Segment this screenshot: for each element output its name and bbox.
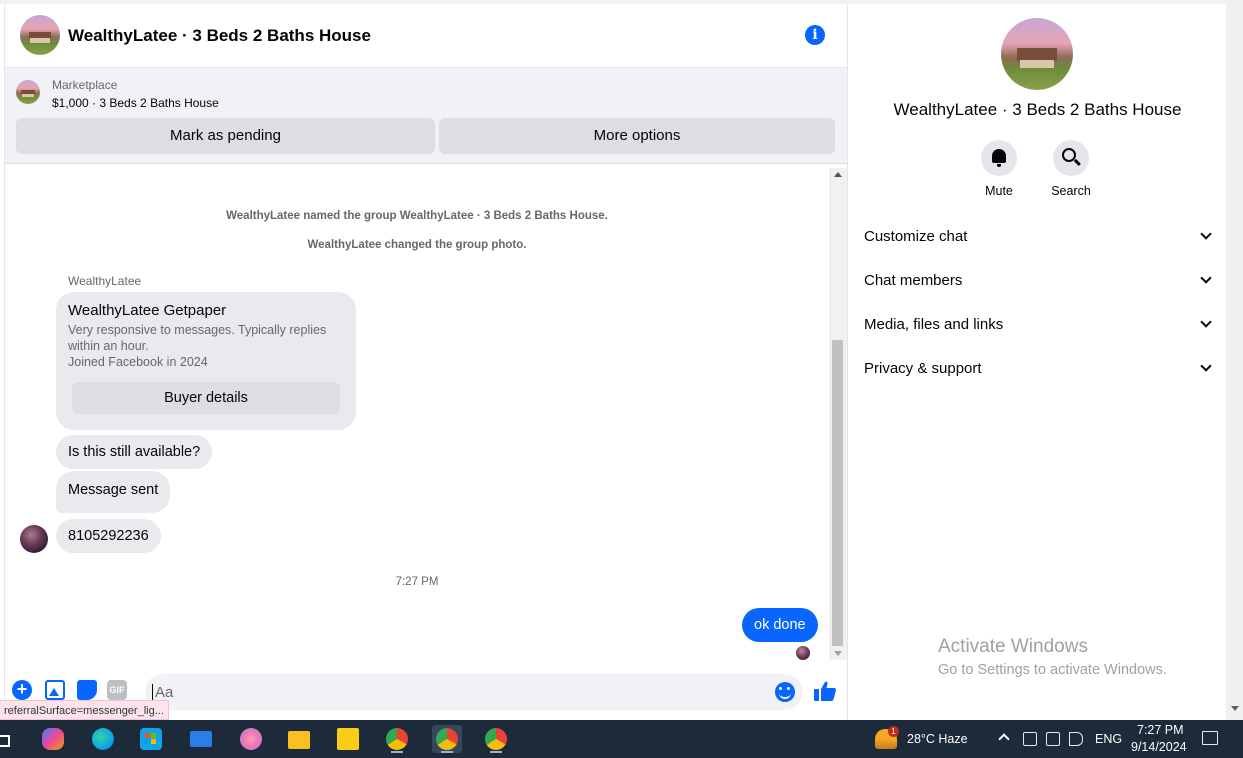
onedrive-icon[interactable] <box>1023 732 1037 746</box>
screen: WealthyLatee · 3 Beds 2 Baths House i Ma… <box>0 0 1243 758</box>
network-icon[interactable] <box>1046 732 1060 746</box>
task-view-icon[interactable] <box>0 725 14 753</box>
row-label: Customize chat <box>864 228 968 245</box>
chat-members-row[interactable]: Chat members <box>864 260 1212 300</box>
sticker-icon[interactable] <box>77 680 97 700</box>
outgoing-message[interactable]: ok done <box>742 608 818 642</box>
system-message: WealthyLatee changed the group photo. <box>307 239 527 251</box>
scroll-down-arrow-icon[interactable] <box>834 651 842 656</box>
gif-icon[interactable]: GIF <box>107 680 127 700</box>
buyer-response-info: Very responsive to messages. Typically r… <box>68 323 327 353</box>
chevron-down-icon <box>1200 360 1212 372</box>
chrome-icon[interactable] <box>382 725 412 753</box>
emoji-icon[interactable] <box>775 682 795 702</box>
scrollbar-thumb[interactable] <box>832 340 843 646</box>
privacy-support-row[interactable]: Privacy & support <box>864 348 1212 388</box>
chevron-up-icon[interactable] <box>998 733 1010 745</box>
message-input[interactable] <box>145 674 803 710</box>
search-label: Search <box>1051 184 1091 198</box>
activate-windows-watermark: Activate Windows Go to Settings to activ… <box>938 636 1167 678</box>
copilot-icon[interactable] <box>38 725 68 753</box>
more-options-button[interactable]: More options <box>439 118 835 154</box>
thumbs-up-icon[interactable] <box>813 680 837 702</box>
seen-indicator-avatar <box>796 646 810 660</box>
chevron-down-icon <box>1200 228 1212 240</box>
clock-date[interactable]: 9/14/2024 <box>1131 740 1187 754</box>
paint-icon[interactable] <box>236 725 266 753</box>
photo-icon[interactable] <box>45 680 65 700</box>
system-message: WealthyLatee named the group WealthyLate… <box>226 210 608 222</box>
row-label: Chat members <box>864 272 963 289</box>
mark-as-pending-button[interactable]: Mark as pending <box>16 118 435 154</box>
group-name: WealthyLatee · 3 Beds 2 Baths House <box>893 100 1182 119</box>
watermark-subtitle: Go to Settings to activate Windows. <box>938 662 1167 678</box>
clock-time[interactable]: 7:27 PM <box>1137 723 1184 737</box>
search-icon <box>1062 148 1076 162</box>
language-indicator[interactable]: ENG <box>1095 732 1122 746</box>
customize-chat-row[interactable]: Customize chat <box>864 216 1212 256</box>
plus-icon[interactable]: + <box>12 680 32 700</box>
incoming-message[interactable]: 8105292236 <box>56 519 161 553</box>
sender-name: WealthyLatee <box>68 274 142 288</box>
chrome-profile-icon[interactable] <box>481 725 511 753</box>
info-icon[interactable]: i <box>805 25 825 45</box>
bell-icon <box>992 149 1006 167</box>
buyer-details-button[interactable]: Buyer details <box>72 382 340 414</box>
weather-badge: 1 <box>888 726 899 737</box>
buyer-description: Very responsive to messages. Typically r… <box>68 322 344 370</box>
listing-thumbnail[interactable] <box>16 80 40 104</box>
mail-icon[interactable] <box>186 725 216 753</box>
notification-icon[interactable] <box>1202 731 1218 745</box>
chevron-down-icon <box>1200 272 1212 284</box>
scroll-up-arrow-icon[interactable] <box>834 172 842 177</box>
mute-button[interactable]: Mute <box>969 140 1029 198</box>
chat-header: WealthyLatee · 3 Beds 2 Baths House i <box>5 4 847 68</box>
search-button[interactable]: Search <box>1041 140 1101 198</box>
scroll-down-arrow-icon[interactable] <box>1231 706 1239 711</box>
buyer-name: WealthyLatee Getpaper <box>68 302 227 319</box>
buyer-profile-card: WealthyLatee Getpaper Very responsive to… <box>56 292 356 430</box>
message-timestamp: 7:27 PM <box>395 576 439 588</box>
incoming-message[interactable]: Is this still available? <box>56 435 213 469</box>
edge-browser-icon[interactable] <box>88 725 118 753</box>
mute-label: Mute <box>985 184 1013 198</box>
message-list: WealthyLatee named the group WealthyLate… <box>5 168 829 660</box>
sender-avatar[interactable] <box>20 525 48 553</box>
media-files-links-row[interactable]: Media, files and links <box>864 304 1212 344</box>
windows-taskbar: 1 28°C Haze ENG 7:27 PM 9/14/2024 <box>0 720 1243 758</box>
link-status-url: referralSurface=messenger_lig... <box>0 700 169 720</box>
chat-title[interactable]: WealthyLatee · 3 Beds 2 Baths House <box>68 26 371 46</box>
microsoft-store-icon[interactable] <box>136 725 166 753</box>
volume-icon[interactable] <box>1069 732 1083 746</box>
marketplace-label: Marketplace <box>52 78 118 92</box>
chevron-down-icon <box>1200 316 1212 328</box>
sticky-notes-icon[interactable] <box>333 725 363 753</box>
marketplace-banner: Marketplace $1,000 · 3 Beds 2 Baths Hous… <box>5 68 847 164</box>
buyer-joined-info: Joined Facebook in 2024 <box>68 355 208 369</box>
chrome-profile-icon[interactable] <box>432 725 462 753</box>
incoming-message[interactable]: Message sent <box>56 471 171 513</box>
page-scrollbar[interactable] <box>1226 0 1243 720</box>
chat-panel: WealthyLatee · 3 Beds 2 Baths House i Ma… <box>4 4 847 720</box>
listing-title[interactable]: $1,000 · 3 Beds 2 Baths House <box>52 96 219 110</box>
group-photo[interactable] <box>1001 18 1073 90</box>
weather-text[interactable]: 28°C Haze <box>907 732 968 746</box>
message-scrollbar[interactable] <box>829 168 847 660</box>
group-avatar[interactable] <box>20 15 60 55</box>
file-explorer-icon[interactable] <box>284 725 314 753</box>
row-label: Media, files and links <box>864 316 1004 333</box>
row-label: Privacy & support <box>864 360 982 377</box>
chat-info-panel: WealthyLatee · 3 Beds 2 Baths House Mute… <box>847 4 1226 720</box>
watermark-title: Activate Windows <box>938 636 1088 657</box>
